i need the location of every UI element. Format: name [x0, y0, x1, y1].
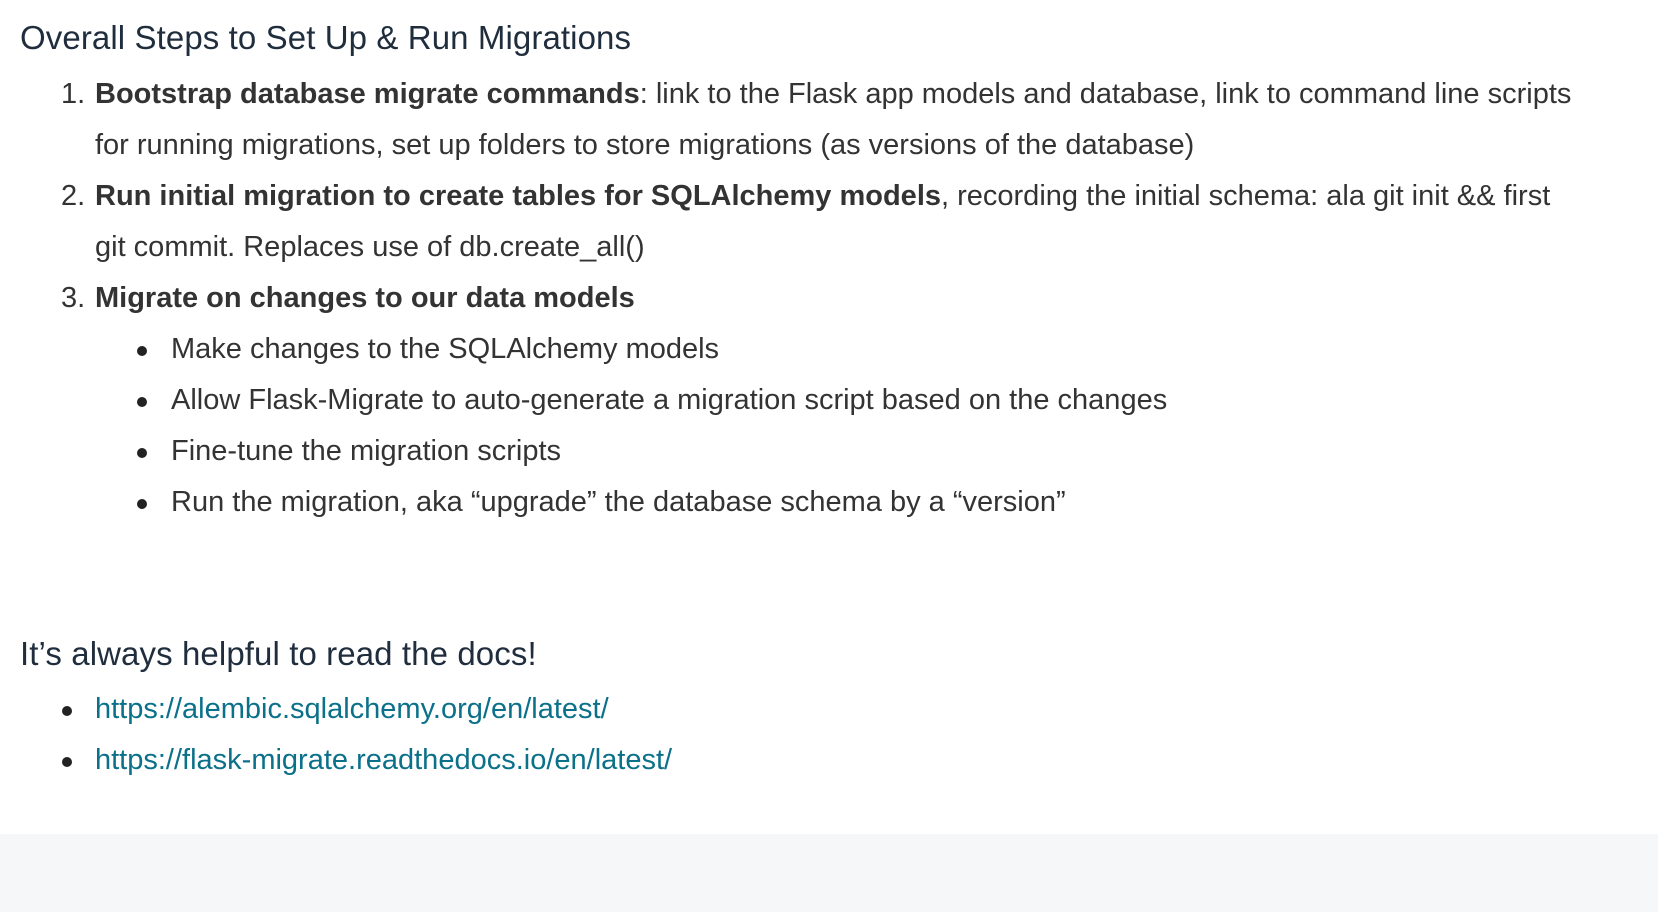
substep-item: Allow Flask-Migrate to auto-generate a m…: [95, 375, 1580, 426]
flask-migrate-docs-link[interactable]: https://flask-migrate.readthedocs.io/en/…: [95, 744, 672, 776]
bullet-icon: [137, 346, 147, 356]
substep-item: Fine-tune the migration scripts: [95, 426, 1580, 477]
step-item-2: 2. Run initial migration to create table…: [60, 171, 1580, 273]
step-text: Run initial migration to create tables f…: [95, 180, 1550, 263]
bullet-icon: [137, 397, 147, 407]
bullet-icon: [137, 499, 147, 509]
docs-links-list: https://alembic.sqlalchemy.org/en/latest…: [60, 684, 672, 786]
bullet-icon: [62, 706, 72, 716]
bullet-icon: [137, 448, 147, 458]
substep-text: Allow Flask-Migrate to auto-generate a m…: [171, 384, 1168, 416]
step-title: Bootstrap database migrate commands: [95, 78, 640, 110]
step-title: Migrate on changes to our data models: [95, 282, 635, 314]
step-text: Bootstrap database migrate commands: lin…: [95, 78, 1571, 161]
step-text: Migrate on changes to our data models: [95, 282, 635, 314]
step-number: 3.: [61, 282, 86, 314]
substep-item: Make changes to the SQLAlchemy models: [95, 324, 1580, 375]
link-item: https://alembic.sqlalchemy.org/en/latest…: [60, 684, 672, 735]
link-item: https://flask-migrate.readthedocs.io/en/…: [60, 735, 672, 786]
step-number: 2.: [61, 180, 86, 212]
step-item-3: 3. Migrate on changes to our data models…: [60, 273, 1580, 528]
footer-bar: [0, 834, 1658, 912]
substep-text: Make changes to the SQLAlchemy models: [171, 333, 720, 365]
step-number: 1.: [61, 78, 86, 110]
step-title: Run initial migration to create tables f…: [95, 180, 941, 212]
substep-text: Run the migration, aka “upgrade” the dat…: [171, 486, 1066, 518]
alembic-docs-link[interactable]: https://alembic.sqlalchemy.org/en/latest…: [95, 693, 609, 725]
step-item-1: 1. Bootstrap database migrate commands: …: [60, 69, 1580, 171]
substep-item: Run the migration, aka “upgrade” the dat…: [95, 477, 1580, 528]
substeps-list: Make changes to the SQLAlchemy models Al…: [95, 324, 1580, 528]
section-heading-steps: Overall Steps to Set Up & Run Migrations: [20, 19, 632, 56]
substep-text: Fine-tune the migration scripts: [171, 435, 562, 467]
steps-list: 1. Bootstrap database migrate commands: …: [60, 69, 1580, 528]
section-heading-docs: It’s always helpful to read the docs!: [20, 635, 537, 672]
bullet-icon: [62, 757, 72, 767]
